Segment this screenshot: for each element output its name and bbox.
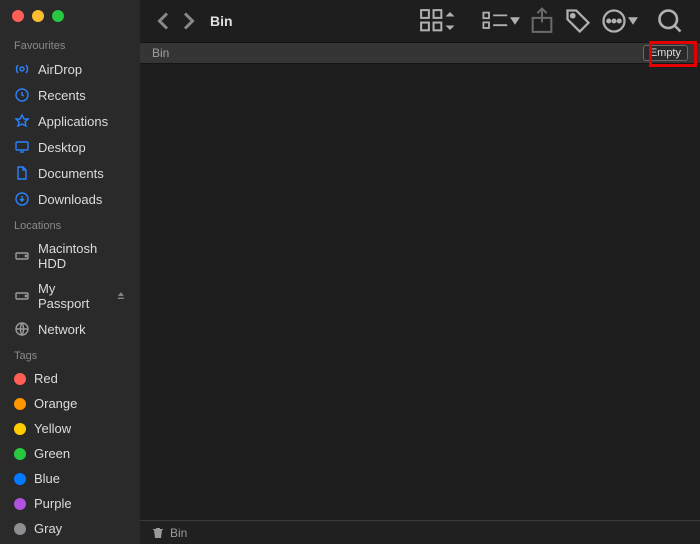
- tag-dot-icon: [14, 423, 26, 435]
- fullscreen-window-button[interactable]: [52, 10, 64, 22]
- sidebar-section-locations: Locations: [0, 212, 140, 236]
- group-by-button[interactable]: [482, 7, 510, 35]
- group-by-chevron-icon[interactable]: [510, 7, 520, 35]
- sidebar-section-favourites: Favourites: [0, 32, 140, 56]
- sidebar-item-label: My Passport: [38, 281, 108, 311]
- clock-icon: [14, 87, 30, 103]
- harddrive-icon: [14, 248, 30, 264]
- actions-button[interactable]: [600, 7, 628, 35]
- sidebar-item-documents[interactable]: Documents: [0, 160, 140, 186]
- window-title: Bin: [210, 13, 233, 29]
- tag-dot-icon: [14, 498, 26, 510]
- traffic-lights: [0, 0, 140, 32]
- sidebar-item-label: Green: [34, 446, 70, 461]
- main-pane: Bin: [140, 0, 700, 544]
- desktop-icon: [14, 139, 30, 155]
- sidebar-item-label: Desktop: [38, 140, 86, 155]
- sidebar-item-label: Gray: [34, 521, 62, 536]
- tags-button[interactable]: [564, 7, 592, 35]
- network-icon: [14, 321, 30, 337]
- sidebar-tag-red[interactable]: Red: [0, 366, 140, 391]
- applications-icon: [14, 113, 30, 129]
- sidebar-tag-yellow[interactable]: Yellow: [0, 416, 140, 441]
- tag-dot-icon: [14, 373, 26, 385]
- path-bar: Bin: [140, 520, 700, 544]
- sidebar-tag-orange[interactable]: Orange: [0, 391, 140, 416]
- eject-icon[interactable]: [116, 289, 126, 304]
- sidebar-item-airdrop[interactable]: AirDrop: [0, 56, 140, 82]
- toolbar: Bin: [140, 0, 700, 42]
- sidebar-item-my-passport[interactable]: My Passport: [0, 276, 140, 316]
- downloads-icon: [14, 191, 30, 207]
- sidebar-tag-gray[interactable]: Gray: [0, 516, 140, 541]
- sidebar-tag-blue[interactable]: Blue: [0, 466, 140, 491]
- share-button[interactable]: [528, 7, 556, 35]
- nav-back-button[interactable]: [152, 9, 176, 33]
- nav-forward-button[interactable]: [176, 9, 200, 33]
- actions-chevron-icon[interactable]: [628, 7, 638, 35]
- column-header: Bin Empty: [140, 42, 700, 64]
- sidebar: Favourites AirDrop Recents Applications …: [0, 0, 140, 544]
- path-bar-label[interactable]: Bin: [170, 526, 187, 540]
- view-mode-button[interactable]: [418, 7, 446, 35]
- trash-icon: [152, 527, 164, 539]
- sidebar-item-desktop[interactable]: Desktop: [0, 134, 140, 160]
- close-window-button[interactable]: [12, 10, 24, 22]
- tag-dot-icon: [14, 523, 26, 535]
- sidebar-item-label: Applications: [38, 114, 108, 129]
- file-list-empty: [140, 64, 700, 520]
- external-drive-icon: [14, 288, 30, 304]
- sidebar-item-label: Yellow: [34, 421, 71, 436]
- airdrop-icon: [14, 61, 30, 77]
- sidebar-item-label: Documents: [38, 166, 104, 181]
- view-mode-chevron-icon[interactable]: [444, 7, 456, 35]
- sidebar-item-label: Recents: [38, 88, 86, 103]
- sidebar-item-label: Purple: [34, 496, 72, 511]
- sidebar-item-downloads[interactable]: Downloads: [0, 186, 140, 212]
- sidebar-item-macintosh-hdd[interactable]: Macintosh HDD: [0, 236, 140, 276]
- sidebar-section-tags: Tags: [0, 342, 140, 366]
- tag-dot-icon: [14, 398, 26, 410]
- sidebar-item-label: Macintosh HDD: [38, 241, 126, 271]
- sidebar-item-label: Network: [38, 322, 86, 337]
- sidebar-item-applications[interactable]: Applications: [0, 108, 140, 134]
- tag-dot-icon: [14, 473, 26, 485]
- folder-name-label: Bin: [152, 46, 169, 60]
- empty-trash-button[interactable]: Empty: [643, 45, 688, 61]
- sidebar-tag-green[interactable]: Green: [0, 441, 140, 466]
- sidebar-item-label: Blue: [34, 471, 60, 486]
- sidebar-item-recents[interactable]: Recents: [0, 82, 140, 108]
- tag-dot-icon: [14, 448, 26, 460]
- sidebar-item-network[interactable]: Network: [0, 316, 140, 342]
- sidebar-tag-purple[interactable]: Purple: [0, 491, 140, 516]
- sidebar-item-label: Downloads: [38, 192, 102, 207]
- minimize-window-button[interactable]: [32, 10, 44, 22]
- document-icon: [14, 165, 30, 181]
- sidebar-item-label: Orange: [34, 396, 77, 411]
- search-button[interactable]: [656, 7, 684, 35]
- sidebar-item-label: AirDrop: [38, 62, 82, 77]
- finder-window: Favourites AirDrop Recents Applications …: [0, 0, 700, 544]
- sidebar-item-label: Red: [34, 371, 58, 386]
